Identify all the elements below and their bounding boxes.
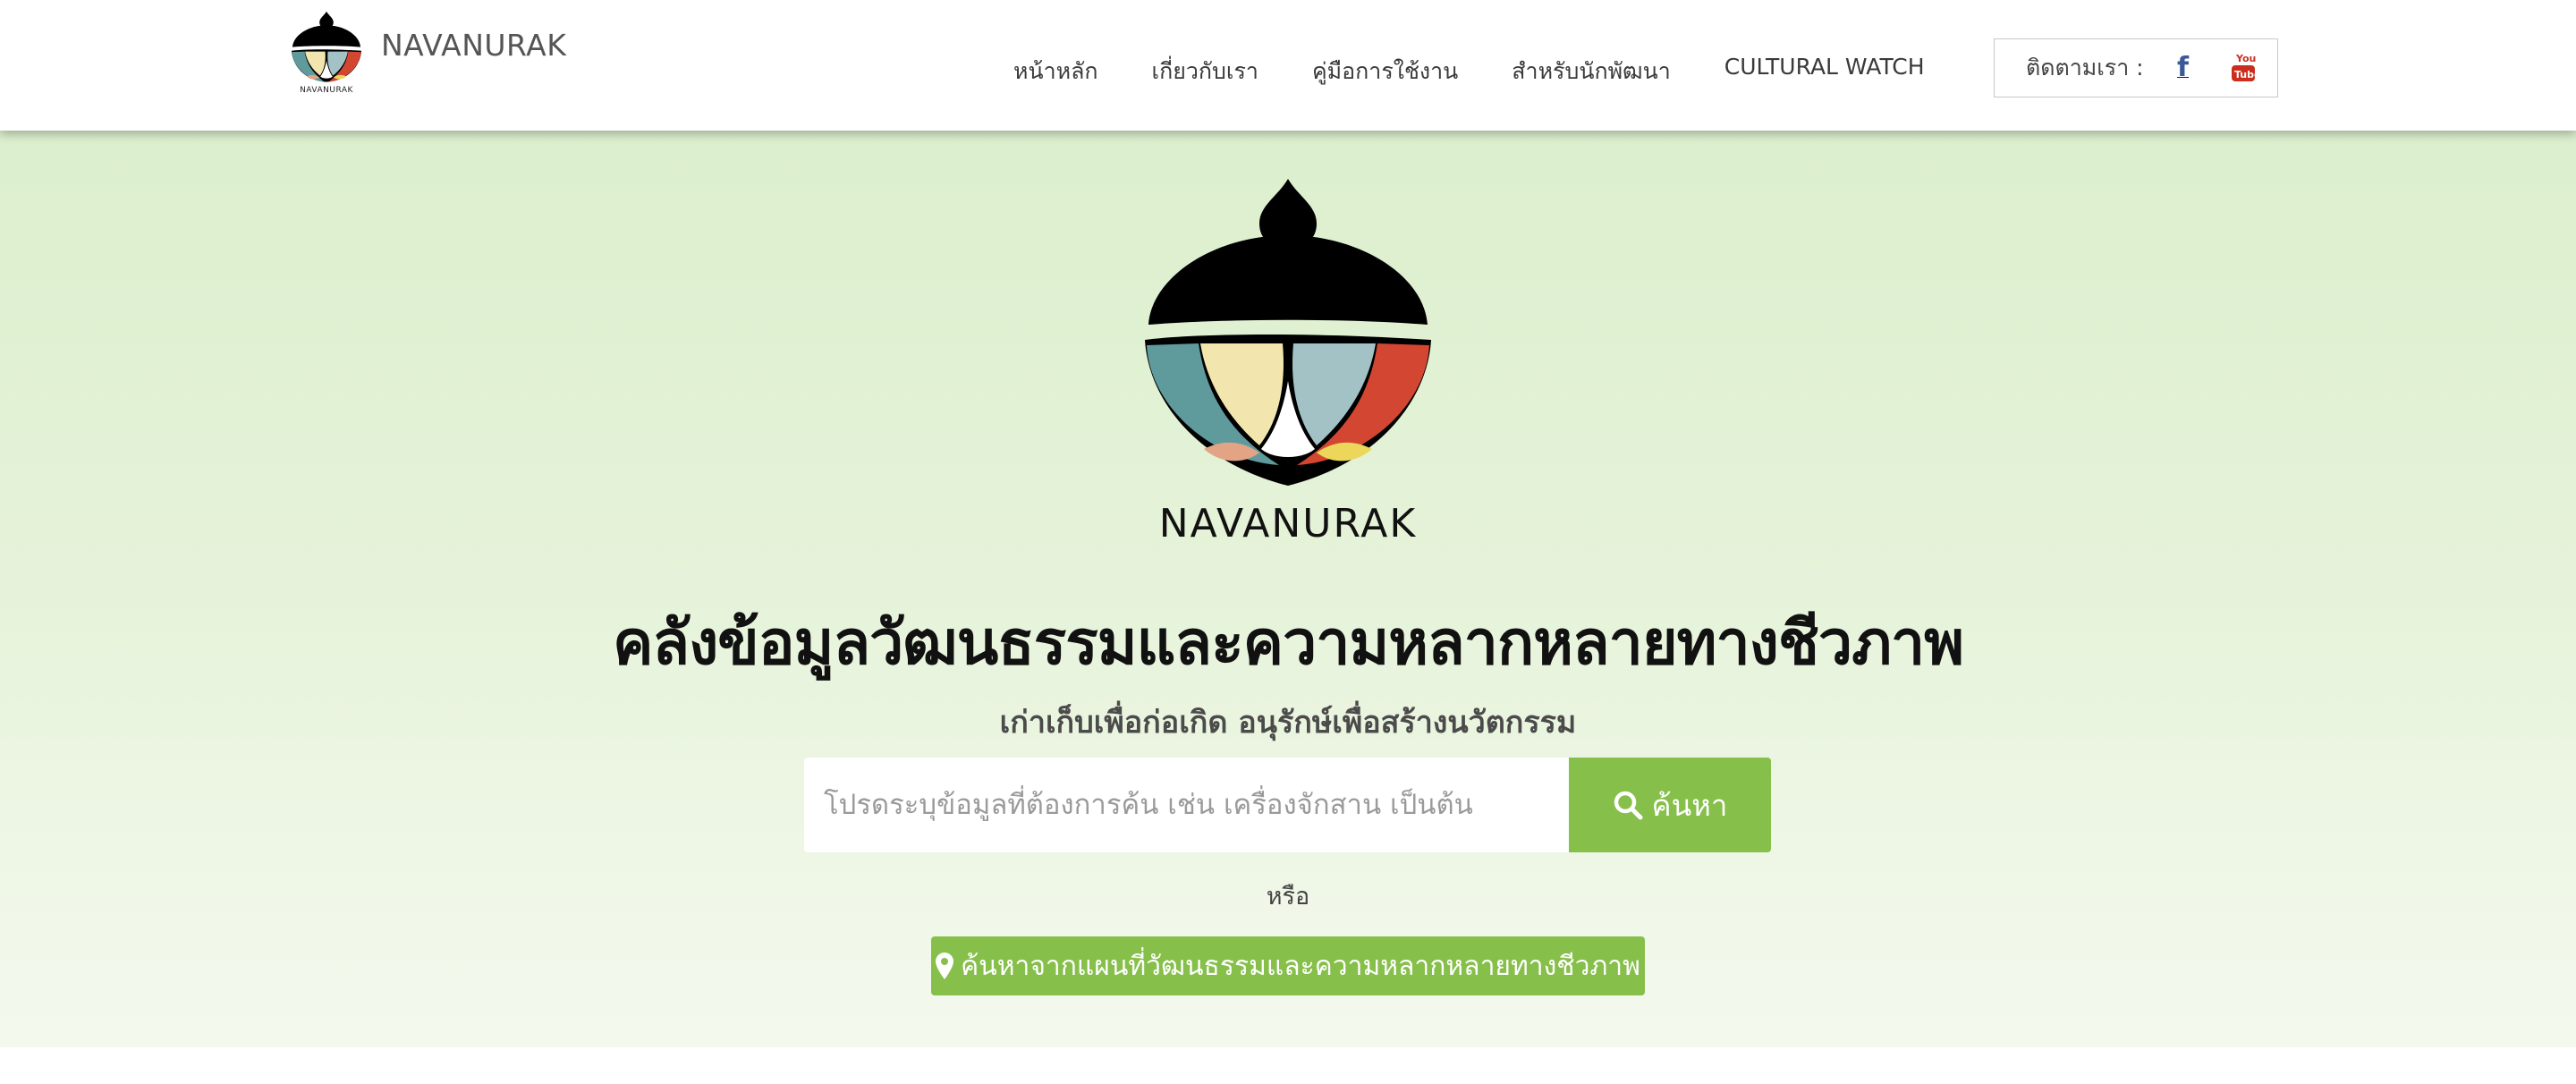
logo-caption: NAVANURAK bbox=[300, 86, 353, 95]
youtube-icon[interactable]: You Tube bbox=[2229, 52, 2260, 84]
svg-text:You: You bbox=[2235, 53, 2256, 64]
page-subtitle: เก่าเก็บเพื่อก่อเกิด อนุรักษ์เพื่อสร้างน… bbox=[999, 705, 1577, 741]
search-button-label: ค้นหา bbox=[1651, 787, 1728, 823]
hero-section: NAVANURAK คลังข้อมูลวัฒนธรรมและความหลากห… bbox=[0, 131, 2576, 1047]
nav-item-developers[interactable]: สำหรับนักพัฒนา bbox=[1512, 54, 1671, 89]
map-marker-icon bbox=[936, 953, 954, 979]
follow-us-label: ติดตามเรา : bbox=[2026, 55, 2144, 80]
search-icon bbox=[1613, 790, 1643, 820]
nav-item-manual[interactable]: คู่มือการใช้งาน bbox=[1312, 54, 1458, 89]
or-separator-text: หรือ bbox=[1266, 883, 1310, 910]
svg-text:Tube: Tube bbox=[2234, 69, 2258, 80]
main-nav: หน้าหลัก เกี่ยวกับเรา คู่มือการใช้งาน สำ… bbox=[1013, 54, 1925, 89]
map-search-button[interactable]: ค้นหาจากแผนที่วัฒนธรรมและความหลากหลายทาง… bbox=[931, 936, 1645, 995]
nav-item-home[interactable]: หน้าหลัก bbox=[1013, 54, 1098, 89]
brand-name: NAVANURAK bbox=[381, 27, 567, 63]
navanurak-emblem-icon: NAVANURAK bbox=[1145, 179, 1431, 546]
brand-home-link[interactable]: NAVANURAK NAVANURAK bbox=[292, 11, 566, 97]
facebook-icon[interactable]: f bbox=[2177, 52, 2200, 84]
search-input[interactable] bbox=[804, 758, 1569, 852]
search-bar: ค้นหา bbox=[804, 758, 1771, 852]
follow-us-box: ติดตามเรา : f You Tube bbox=[1994, 38, 2278, 97]
navanurak-logo-icon: NAVANURAK bbox=[292, 11, 361, 97]
hero-logo-text: NAVANURAK bbox=[1159, 501, 1417, 544]
nav-item-about[interactable]: เกี่ยวกับเรา bbox=[1152, 54, 1258, 89]
nav-item-cultural-watch[interactable]: CULTURAL WATCH bbox=[1724, 54, 1925, 89]
hero-logo: NAVANURAK bbox=[1145, 177, 1431, 547]
map-search-button-label: ค้นหาจากแผนที่วัฒนธรรมและความหลากหลายทาง… bbox=[961, 950, 1640, 982]
page-title: คลังข้อมูลวัฒนธรรมและความหลากหลายทางชีวภ… bbox=[612, 608, 1964, 679]
search-button[interactable]: ค้นหา bbox=[1569, 758, 1771, 852]
site-header: NAVANURAK NAVANURAK หน้าหลัก เกี่ยวกับเร… bbox=[0, 0, 2576, 131]
